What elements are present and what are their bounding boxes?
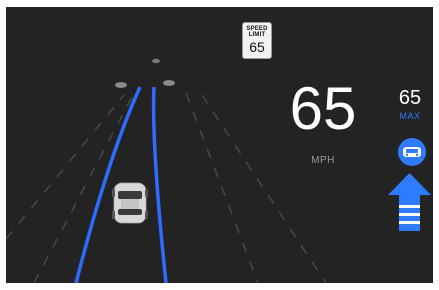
cruise-max-label: MAX <box>399 111 421 121</box>
speed-limit-value: 65 <box>249 39 265 55</box>
speed-limit-header: SPEED LIMIT <box>246 26 268 38</box>
steering-wheel-icon[interactable] <box>397 137 427 167</box>
speed-limit-sign: SPEED LIMIT 65 <box>242 22 272 59</box>
road-visualization <box>6 58 327 283</box>
vehicle-ahead-far <box>152 58 160 64</box>
current-speed: 65 <box>289 75 357 142</box>
vehicle-ahead-right <box>163 80 175 86</box>
driver-display: SPEED LIMIT 65 65 MPH 65 MAX <box>6 7 433 283</box>
ego-car-icon <box>112 182 148 224</box>
lane-line-far-left <box>6 94 125 240</box>
vehicle-ahead-left <box>115 82 127 88</box>
active-lane-right <box>151 86 168 283</box>
up-arrow-icon <box>388 173 431 231</box>
lane-line-right <box>185 92 259 283</box>
cruise-max-speed[interactable]: 65 <box>392 88 428 108</box>
speed-unit: MPH <box>311 155 335 166</box>
